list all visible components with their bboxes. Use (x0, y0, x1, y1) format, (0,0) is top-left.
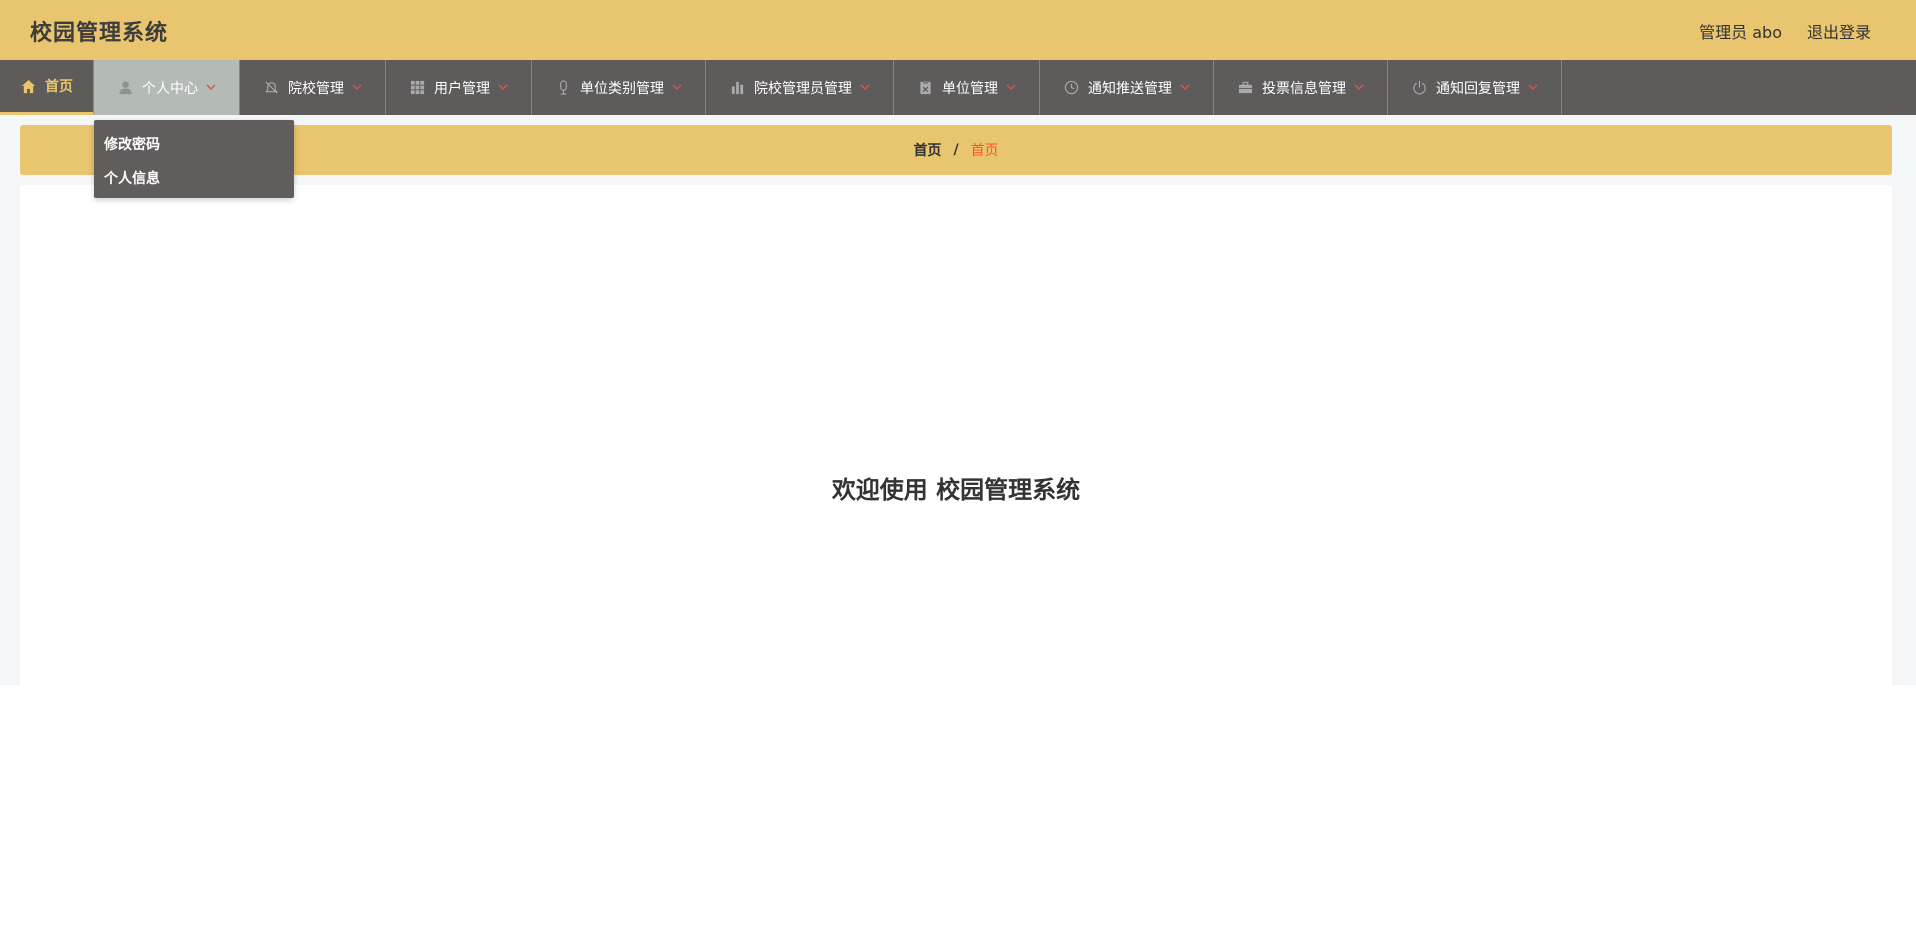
breadcrumb: 首页 / 首页 (20, 125, 1892, 175)
chevron-down-icon (1354, 83, 1364, 93)
chevron-down-icon (352, 83, 362, 93)
logout-button[interactable]: 退出登录 (1807, 19, 1871, 43)
nav-label: 用户管理 (434, 80, 490, 97)
welcome-message: 欢迎使用 校园管理系统 (831, 476, 1081, 504)
main-nav: 首页 个人中心 院校管理 用户管理 单位类别管理 院校管理员管理 单位管理 通知… (0, 60, 1916, 115)
home-icon (20, 78, 36, 94)
power-icon (1411, 80, 1427, 96)
grid-icon (409, 80, 425, 96)
dropdown-item-change-password[interactable]: 修改密码 (94, 128, 294, 162)
briefcase-icon (1237, 80, 1253, 96)
top-header: 校园管理系统 管理员 abo 退出登录 (0, 0, 1916, 60)
nav-label: 投票信息管理 (1262, 80, 1346, 97)
main-panel: 欢迎使用 校园管理系统 (20, 185, 1892, 685)
nav-label: 单位管理 (942, 80, 998, 97)
clock-icon (1063, 80, 1079, 96)
nav-label: 个人中心 (142, 80, 198, 97)
nav-label: 通知回复管理 (1436, 80, 1520, 97)
bar-chart-icon (729, 80, 745, 96)
chevron-down-icon (860, 83, 870, 93)
nav-item-notice-push-management[interactable]: 通知推送管理 (1040, 60, 1214, 115)
personal-center-dropdown: 修改密码 个人信息 (94, 120, 294, 198)
nav-item-school-admin-management[interactable]: 院校管理员管理 (706, 60, 894, 115)
breadcrumb-current: 首页 (970, 143, 999, 159)
nav-label: 院校管理 (288, 80, 344, 97)
bell-off-icon (263, 80, 279, 96)
nav-label: 单位类别管理 (580, 80, 664, 97)
chevron-down-icon (1528, 83, 1538, 93)
nav-item-unit-category-management[interactable]: 单位类别管理 (532, 60, 706, 115)
breadcrumb-separator: / (953, 142, 959, 158)
current-user-label: 管理员 abo (1699, 23, 1782, 42)
nav-label: 通知推送管理 (1088, 80, 1172, 97)
chevron-down-icon (206, 83, 216, 93)
nav-item-home[interactable]: 首页 (0, 60, 94, 115)
clipboard-x-icon (917, 80, 933, 96)
chevron-down-icon (1180, 83, 1190, 93)
nav-item-vote-info-management[interactable]: 投票信息管理 (1214, 60, 1388, 115)
nav-label: 首页 (45, 79, 73, 95)
user-icon (117, 80, 133, 96)
mic-icon (555, 80, 571, 96)
dropdown-item-personal-info[interactable]: 个人信息 (94, 162, 294, 196)
chevron-down-icon (1006, 83, 1016, 93)
chevron-down-icon (672, 83, 682, 93)
breadcrumb-home-link[interactable]: 首页 (913, 140, 941, 160)
chevron-down-icon (498, 83, 508, 93)
nav-item-personal-center[interactable]: 个人中心 (94, 60, 240, 115)
nav-item-notice-reply-management[interactable]: 通知回复管理 (1388, 60, 1562, 115)
app-title: 校园管理系统 (30, 21, 169, 46)
nav-item-unit-management[interactable]: 单位管理 (894, 60, 1040, 115)
nav-item-user-management[interactable]: 用户管理 (386, 60, 532, 115)
nav-label: 院校管理员管理 (754, 80, 852, 97)
nav-item-school-management[interactable]: 院校管理 (240, 60, 386, 115)
